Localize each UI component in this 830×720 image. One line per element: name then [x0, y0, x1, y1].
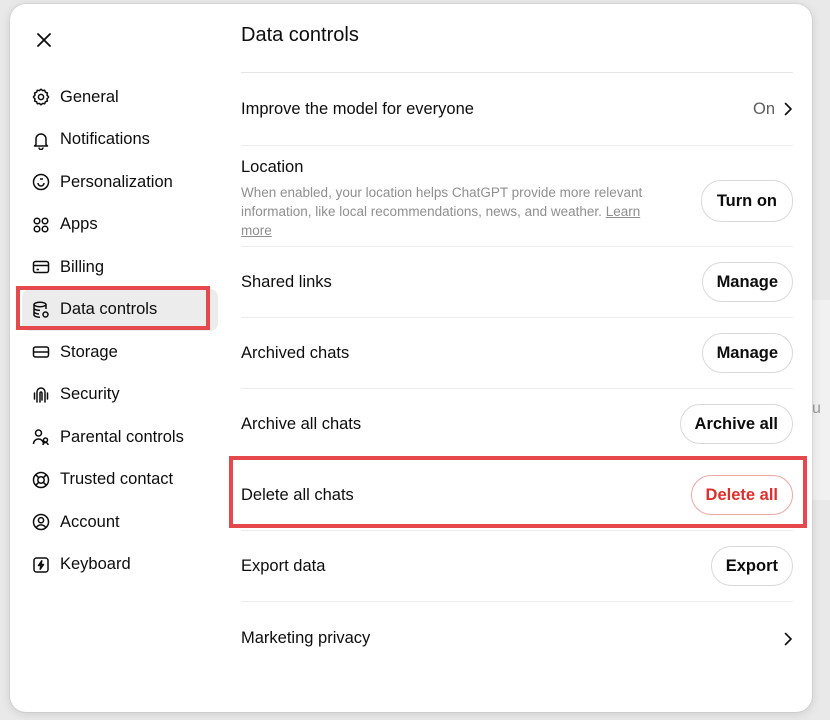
gear-icon — [30, 86, 52, 108]
setting-label: Location — [241, 158, 304, 176]
setting-row-delete-all: Delete all chats Delete all — [241, 460, 793, 531]
setting-label: Delete all chats — [241, 485, 354, 504]
sidebar-item-label: Notifications — [60, 130, 150, 149]
lifebuoy-icon — [30, 469, 52, 491]
sidebar-item-label: Account — [60, 512, 120, 531]
sidebar-item-label: Keyboard — [60, 555, 131, 574]
setting-label: Archived chats — [241, 343, 350, 362]
database-gear-icon — [30, 299, 52, 321]
background-text-fragment: u — [812, 400, 821, 417]
setting-row-export-data: Export data Export — [241, 531, 793, 602]
close-button[interactable] — [32, 28, 56, 52]
sidebar-item-label: Parental controls — [60, 427, 184, 446]
setting-row-archive-all: Archive all chats Archive all — [241, 389, 793, 460]
settings-sidebar: General Notifications Personalization Ap… — [22, 76, 218, 586]
personalization-icon — [30, 171, 52, 193]
sidebar-item-parental-controls[interactable]: Parental controls — [22, 416, 218, 459]
sidebar-item-keyboard[interactable]: Keyboard — [22, 544, 218, 587]
sidebar-item-storage[interactable]: Storage — [22, 331, 218, 374]
setting-row-improve-model[interactable]: Improve the model for everyone On — [241, 73, 793, 146]
sidebar-item-data-controls[interactable]: Data controls — [22, 288, 218, 331]
setting-label: Shared links — [241, 272, 332, 291]
sidebar-item-label: General — [60, 87, 119, 106]
sidebar-item-billing[interactable]: Billing — [22, 246, 218, 289]
location-description: When enabled, your location helps ChatGP… — [241, 183, 671, 240]
sidebar-item-general[interactable]: General — [22, 76, 218, 119]
page-title: Data controls — [241, 24, 359, 46]
keyboard-icon — [30, 554, 52, 576]
storage-icon — [30, 341, 52, 363]
settings-modal: General Notifications Personalization Ap… — [10, 4, 812, 712]
chevron-right-icon — [784, 102, 792, 116]
sidebar-item-label: Billing — [60, 257, 105, 276]
sidebar-item-label: Security — [60, 385, 120, 404]
setting-row-shared-links: Shared links Manage — [241, 247, 793, 318]
manage-archived-chats-button[interactable]: Manage — [701, 333, 793, 373]
setting-label: Marketing privacy — [241, 629, 371, 647]
setting-row-marketing-privacy[interactable]: Marketing privacy — [241, 602, 793, 675]
setting-row-archived-chats: Archived chats Manage — [241, 318, 793, 389]
setting-label: Export data — [241, 556, 326, 575]
setting-label: Improve the model for everyone — [241, 99, 474, 118]
setting-label: Archive all chats — [241, 414, 362, 433]
close-icon — [37, 33, 51, 47]
sidebar-item-label: Storage — [60, 342, 118, 361]
manage-shared-links-button[interactable]: Manage — [701, 262, 793, 302]
delete-all-button[interactable]: Delete all — [690, 475, 793, 515]
setting-row-location: Location When enabled, your location hel… — [241, 146, 793, 247]
turn-on-location-button[interactable]: Turn on — [700, 180, 793, 222]
apps-icon — [30, 214, 52, 236]
security-icon — [30, 384, 52, 406]
sidebar-item-label: Apps — [60, 215, 98, 234]
sidebar-item-personalization[interactable]: Personalization — [22, 161, 218, 204]
export-button[interactable]: Export — [710, 546, 793, 586]
location-description-text: When enabled, your location helps ChatGP… — [241, 185, 643, 219]
sidebar-item-security[interactable]: Security — [22, 374, 218, 417]
parental-icon — [30, 426, 52, 448]
sidebar-item-account[interactable]: Account — [22, 501, 218, 544]
sidebar-item-label: Trusted contact — [60, 470, 174, 489]
sidebar-item-notifications[interactable]: Notifications — [22, 119, 218, 162]
setting-value: On — [752, 99, 775, 118]
archive-all-button[interactable]: Archive all — [679, 404, 793, 444]
sidebar-item-label: Data controls — [60, 300, 158, 319]
bell-icon — [30, 129, 52, 151]
sidebar-item-apps[interactable]: Apps — [22, 204, 218, 247]
sidebar-item-label: Personalization — [60, 172, 173, 191]
location-text: Location When enabled, your location hel… — [241, 158, 671, 240]
sidebar-item-trusted-contact[interactable]: Trusted contact — [22, 459, 218, 502]
account-icon — [30, 511, 52, 533]
improve-model-value[interactable]: On — [753, 100, 793, 119]
card-icon — [30, 256, 52, 278]
chevron-right-icon — [784, 632, 792, 645]
